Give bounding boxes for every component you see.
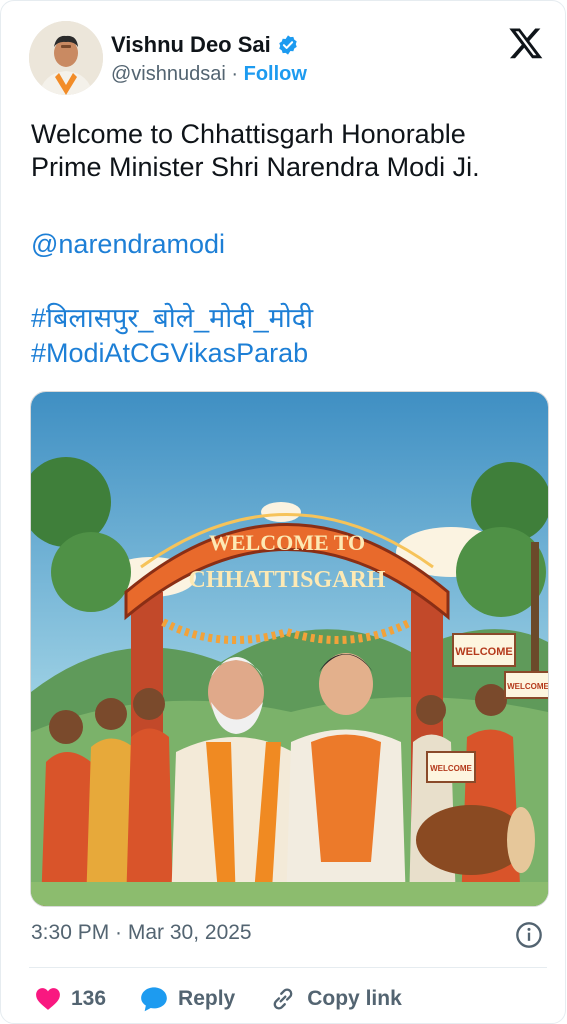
- welcome-sign-3: WELCOME: [430, 764, 472, 773]
- heart-icon: [36, 988, 60, 1010]
- author-handle[interactable]: @vishnudsai: [111, 63, 226, 85]
- verified-badge-icon: [279, 35, 297, 55]
- mention-link[interactable]: @narendramodi: [31, 229, 225, 260]
- action-bar: 136 Reply Copy link: [35, 983, 436, 1015]
- avatar[interactable]: [29, 21, 103, 95]
- divider: [29, 967, 547, 968]
- handle-row: @vishnudsai · Follow: [111, 63, 307, 86]
- post-image[interactable]: WELCOME TO CHHATTISGARH WELCOME WELCOME …: [30, 391, 549, 907]
- reply-bubble-icon: [141, 987, 167, 1012]
- reply-label: Reply: [178, 987, 236, 1010]
- follow-button[interactable]: Follow: [244, 63, 307, 85]
- arch-text-line2: CHHATTISGARH: [189, 567, 386, 593]
- author-name-text[interactable]: Vishnu Deo Sai: [111, 32, 271, 58]
- post-text-line2: Prime Minister Shri Narendra Modi Ji.: [31, 152, 480, 182]
- post-text: Welcome to Chhattisgarh Honorable Prime …: [31, 118, 551, 184]
- like-count: 136: [71, 987, 107, 1010]
- author-name[interactable]: Vishnu Deo Sai: [111, 32, 299, 58]
- like-button[interactable]: 136: [35, 987, 106, 1011]
- reply-button[interactable]: Reply: [140, 986, 235, 1012]
- link-icon: [273, 988, 293, 1010]
- copy-link-button[interactable]: Copy link: [269, 985, 402, 1013]
- x-logo-icon[interactable]: [507, 25, 545, 61]
- welcome-sign-2: WELCOME: [507, 682, 548, 691]
- info-icon[interactable]: [515, 921, 543, 949]
- hashtag-link-vikas-parab[interactable]: #ModiAtCGVikasParab: [31, 338, 308, 369]
- post-card: Vishnu Deo Sai @vishnudsai · Follow Welc…: [0, 0, 566, 1024]
- handle-separator: ·: [231, 63, 239, 85]
- arch-text-line1: WELCOME TO: [209, 530, 365, 555]
- welcome-sign-1: WELCOME: [455, 646, 512, 658]
- post-timestamp[interactable]: 3:30 PM · Mar 30, 2025: [31, 921, 252, 945]
- hashtag-link-hindi[interactable]: #बिलासपुर_बोले_मोदी_मोदी: [31, 298, 313, 335]
- copy-link-label: Copy link: [307, 987, 402, 1010]
- post-text-line1: Welcome to Chhattisgarh Honorable: [31, 119, 466, 149]
